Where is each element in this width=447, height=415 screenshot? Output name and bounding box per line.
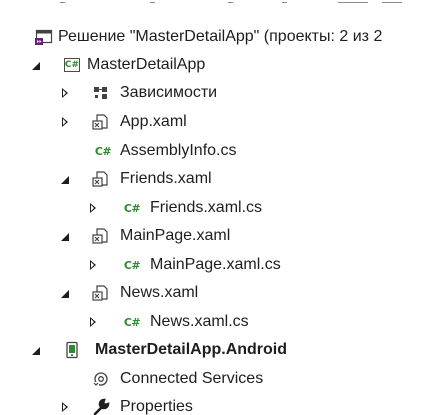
expand-toggle[interactable]	[29, 336, 43, 364]
tree-item[interactable]: Properties	[0, 393, 447, 415]
tree-item-label: Friends.xaml	[120, 170, 212, 187]
expand-toggle[interactable]	[58, 279, 72, 307]
expanded-arrow-icon	[61, 176, 69, 184]
tree-item-label: News.xaml	[120, 284, 199, 301]
csharp-file-icon: C#	[123, 315, 141, 329]
csharp-file-icon: C#	[94, 144, 112, 158]
expand-toggle[interactable]	[86, 251, 100, 279]
tree-item[interactable]: Friends.xaml	[0, 165, 447, 193]
csharp-file-icon: C#	[123, 258, 141, 272]
xaml-file-icon	[92, 113, 110, 131]
csharp-file-icon: C#	[123, 201, 141, 215]
xaml-file-icon	[92, 170, 110, 188]
expanded-arrow-icon	[61, 290, 69, 298]
expand-toggle[interactable]	[58, 108, 72, 136]
expand-toggle[interactable]	[58, 393, 72, 415]
connected-services-icon	[92, 370, 110, 388]
dependencies-icon	[92, 84, 110, 102]
tree-item-label: Connected Services	[120, 370, 264, 387]
tree-item[interactable]: C# MainPage.xaml.cs	[0, 251, 447, 279]
csharp-project-icon: C#	[64, 58, 80, 72]
collapsed-arrow-icon	[90, 203, 96, 213]
collapsed-arrow-icon	[62, 402, 68, 412]
tree-item-label: MainPage.xaml.cs	[150, 256, 281, 273]
tree-item-project[interactable]: MasterDetailApp.Android	[0, 336, 447, 364]
solution-icon	[35, 28, 53, 46]
collapsed-arrow-icon	[90, 260, 96, 270]
tree-item[interactable]: MainPage.xaml	[0, 222, 447, 250]
expand-toggle[interactable]	[58, 165, 72, 193]
tree-item-label: Friends.xaml.cs	[150, 199, 263, 216]
tree-item-label: News.xaml.cs	[150, 313, 249, 330]
tree-item-label: App.xaml	[120, 113, 187, 130]
tree-item[interactable]: App.xaml	[0, 108, 447, 136]
collapsed-arrow-icon	[90, 317, 96, 327]
xaml-file-icon	[92, 227, 110, 245]
tree-item-label: MasterDetailApp	[87, 56, 206, 73]
tree-item[interactable]: C# AssemblyInfo.cs	[0, 137, 447, 165]
tree-item-label: MasterDetailApp.Android	[95, 341, 288, 358]
expanded-arrow-icon	[61, 233, 69, 241]
wrench-icon	[92, 398, 110, 415]
expand-toggle[interactable]	[86, 308, 100, 336]
tree-item[interactable]: C# News.xaml.cs	[0, 308, 447, 336]
tree-item-label: Решение "MasterDetailApp" (проекты: 2 из…	[58, 28, 383, 45]
xaml-file-icon	[92, 284, 110, 302]
expand-toggle[interactable]	[29, 51, 43, 79]
tree-item-label: AssemblyInfo.cs	[120, 142, 237, 159]
tree-item[interactable]: Connected Services	[0, 365, 447, 393]
collapsed-arrow-icon	[62, 88, 68, 98]
expand-toggle[interactable]	[86, 194, 100, 222]
tree-item-label: Properties	[120, 398, 193, 415]
tree-item-project[interactable]: C# MasterDetailApp	[0, 51, 447, 79]
android-project-icon	[63, 341, 81, 359]
expanded-arrow-icon	[32, 347, 40, 355]
tree-item[interactable]: Зависимости	[0, 79, 447, 107]
tree-item[interactable]: News.xaml	[0, 279, 447, 307]
tree-item-label: MainPage.xaml	[120, 227, 231, 244]
tree-item[interactable]: C# Friends.xaml.cs	[0, 194, 447, 222]
tree-item-label: Зависимости	[120, 84, 218, 101]
expand-toggle[interactable]	[58, 222, 72, 250]
expand-toggle[interactable]	[58, 79, 72, 107]
tree-item-solution[interactable]: Решение "MasterDetailApp" (проекты: 2 из…	[0, 23, 447, 51]
expanded-arrow-icon	[32, 62, 40, 70]
collapsed-arrow-icon	[62, 117, 68, 127]
solution-explorer-tree: Решение "MasterDetailApp" (проекты: 2 из…	[0, 0, 447, 415]
